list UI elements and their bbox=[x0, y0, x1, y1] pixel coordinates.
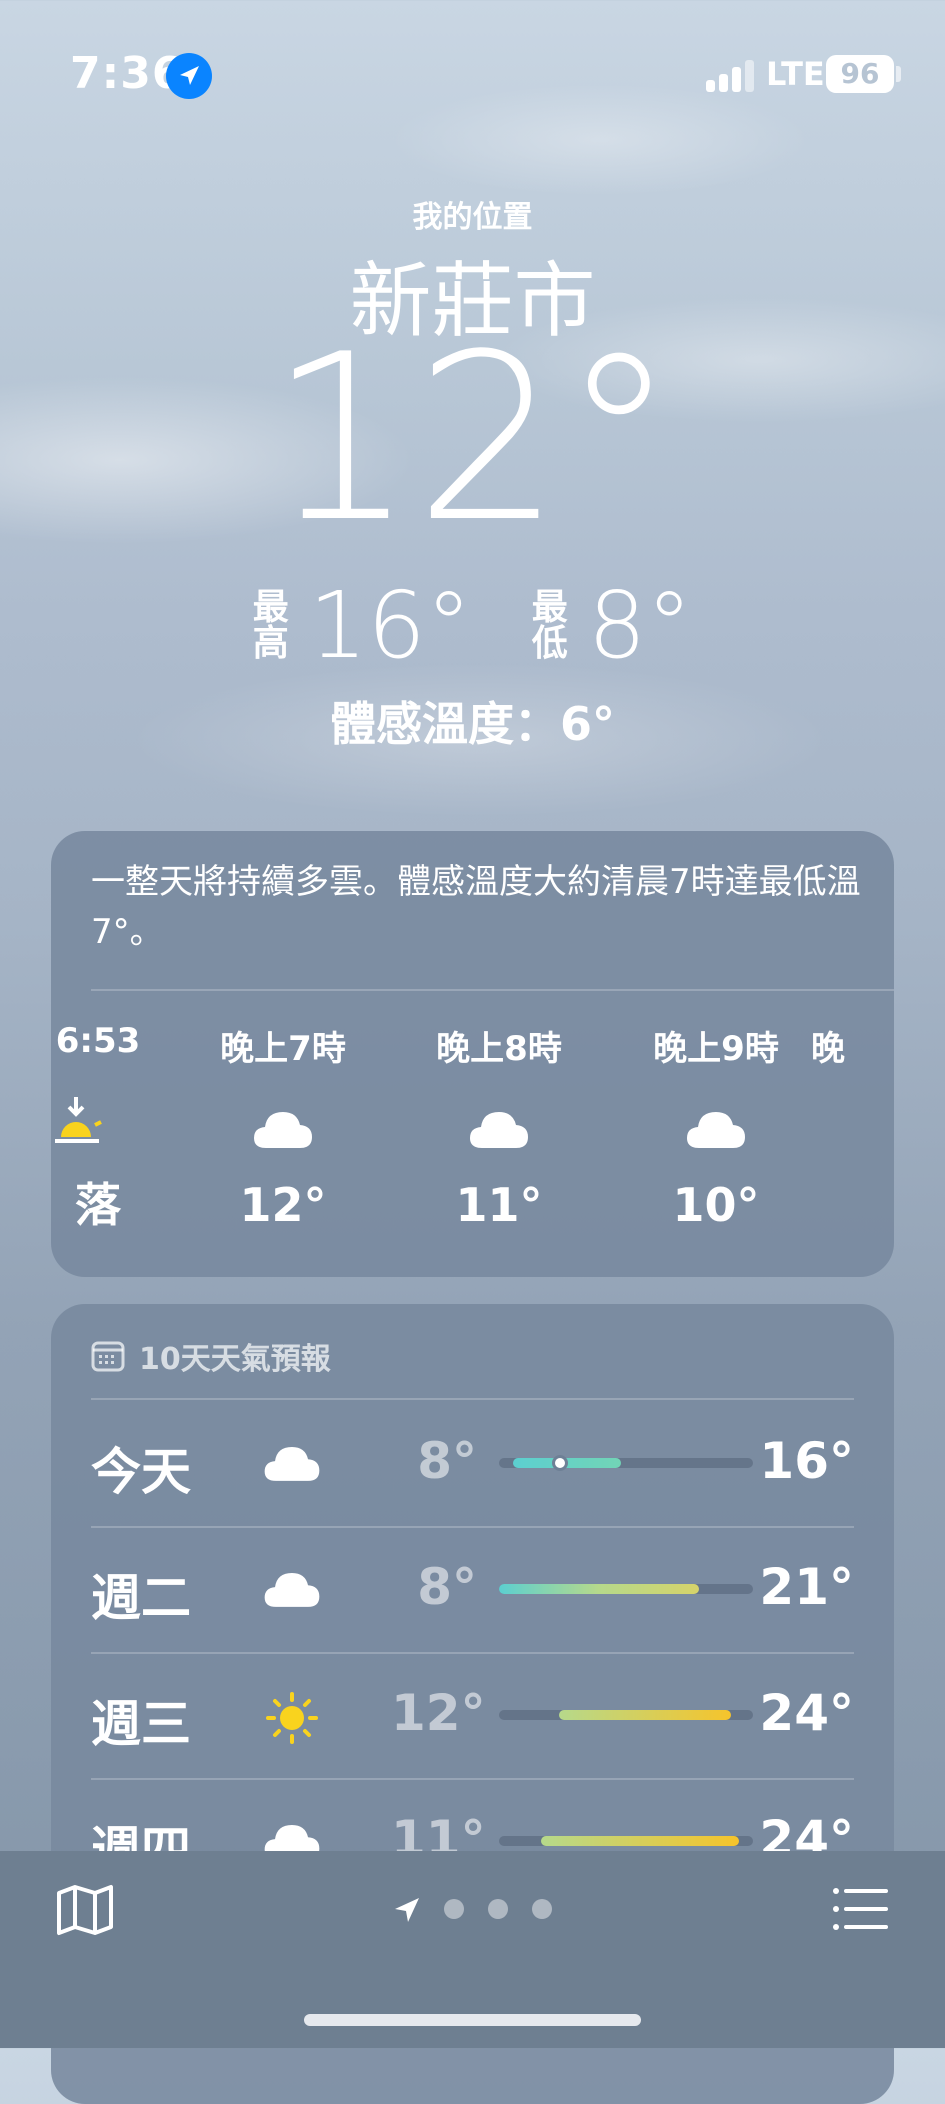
card-divider bbox=[91, 989, 894, 991]
current-location-page-icon[interactable] bbox=[392, 1895, 422, 1925]
forecast-high: 16° bbox=[759, 1432, 854, 1490]
hourly-value: 12° bbox=[239, 1178, 327, 1232]
high-low-row: 最高 16° 最低 8° bbox=[0, 580, 945, 672]
feels-like: 體感溫度：6° bbox=[329, 697, 615, 751]
hourly-value: 11° bbox=[455, 1178, 543, 1232]
cloud-icon bbox=[464, 1104, 534, 1154]
temperature-range-fill bbox=[499, 1584, 699, 1594]
current-temperature: 12° bbox=[268, 306, 677, 573]
map-icon[interactable] bbox=[56, 1883, 114, 1937]
cloud-icon bbox=[259, 1564, 325, 1614]
hourly-item: 晚 bbox=[811, 1021, 894, 1070]
hourly-item: 晚上7時 12° bbox=[183, 1021, 383, 1232]
sunset-icon bbox=[55, 1095, 133, 1145]
forecast-row[interactable]: 今天 8° 16° bbox=[91, 1400, 854, 1526]
forecast-low: 12° bbox=[391, 1684, 486, 1742]
cloud-icon bbox=[259, 1438, 325, 1488]
cellular-signal-icon bbox=[706, 60, 756, 92]
hourly-time: 晚 bbox=[811, 1029, 845, 1069]
sun-icon bbox=[259, 1690, 325, 1744]
hourly-forecast-card[interactable]: 一整天將持續多雲。體感溫度大約清晨7時達最低溫7°。 6:53 落 晚上7時 1… bbox=[51, 831, 894, 1277]
hourly-time: 晚上7時 bbox=[220, 1029, 346, 1069]
location-label: 我的位置 bbox=[412, 200, 533, 235]
forecast-day: 今天 bbox=[91, 1443, 191, 1501]
forecast-day: 週三 bbox=[91, 1695, 191, 1753]
temperature-range-bar bbox=[499, 1710, 753, 1720]
temperature-range-bar bbox=[499, 1584, 753, 1594]
high-temperature: 16° bbox=[308, 572, 472, 679]
hourly-item: 6:53 落 bbox=[51, 1021, 198, 1235]
current-temp-marker bbox=[552, 1455, 568, 1471]
list-icon[interactable] bbox=[832, 1887, 888, 1931]
forecast-row[interactable]: 週二 8° 21° bbox=[91, 1526, 854, 1652]
page-dot[interactable] bbox=[444, 1899, 464, 1919]
hourly-item: 晚上9時 10° bbox=[616, 1021, 816, 1232]
weather-summary: 一整天將持續多雲。體感溫度大約清晨7時達最低溫7°。 bbox=[91, 862, 861, 952]
hourly-value: 10° bbox=[672, 1178, 760, 1232]
home-indicator[interactable] bbox=[304, 2014, 641, 2026]
cloud-icon bbox=[681, 1104, 751, 1154]
hourly-time: 晚上9時 bbox=[653, 1029, 779, 1069]
forecast-low: 8° bbox=[417, 1558, 477, 1616]
forecast-row[interactable]: 週三 12° 24° bbox=[91, 1652, 854, 1778]
battery-tip bbox=[896, 66, 901, 82]
temperature-range-fill bbox=[559, 1710, 731, 1720]
temperature-range-bar bbox=[499, 1455, 753, 1471]
hourly-value: 落 bbox=[75, 1178, 121, 1232]
hourly-time: 晚上8時 bbox=[436, 1029, 562, 1069]
forecast-high: 24° bbox=[759, 1684, 854, 1742]
temperature-range-bar bbox=[499, 1836, 753, 1846]
low-label: 最低 bbox=[531, 587, 568, 664]
cloud-icon bbox=[248, 1104, 318, 1154]
location-arrow-icon bbox=[166, 53, 212, 99]
hourly-time: 6:53 bbox=[55, 1021, 141, 1061]
forecast-high: 21° bbox=[759, 1558, 854, 1616]
forecast-header: 10天天氣預報 bbox=[91, 1334, 331, 1378]
battery-icon: 96 bbox=[826, 55, 894, 93]
forecast-day: 週二 bbox=[91, 1569, 191, 1627]
hourly-item: 晚上8時 11° bbox=[399, 1021, 599, 1232]
forecast-title: 10天天氣預報 bbox=[139, 1342, 331, 1377]
low-temperature: 8° bbox=[587, 572, 693, 679]
calendar-icon bbox=[91, 1341, 125, 1372]
page-dot[interactable] bbox=[532, 1899, 552, 1919]
high-label: 最高 bbox=[252, 587, 289, 664]
forecast-low: 8° bbox=[417, 1432, 477, 1490]
temperature-range-fill bbox=[541, 1836, 739, 1846]
network-type: LTE bbox=[766, 55, 825, 93]
page-dot[interactable] bbox=[488, 1899, 508, 1919]
